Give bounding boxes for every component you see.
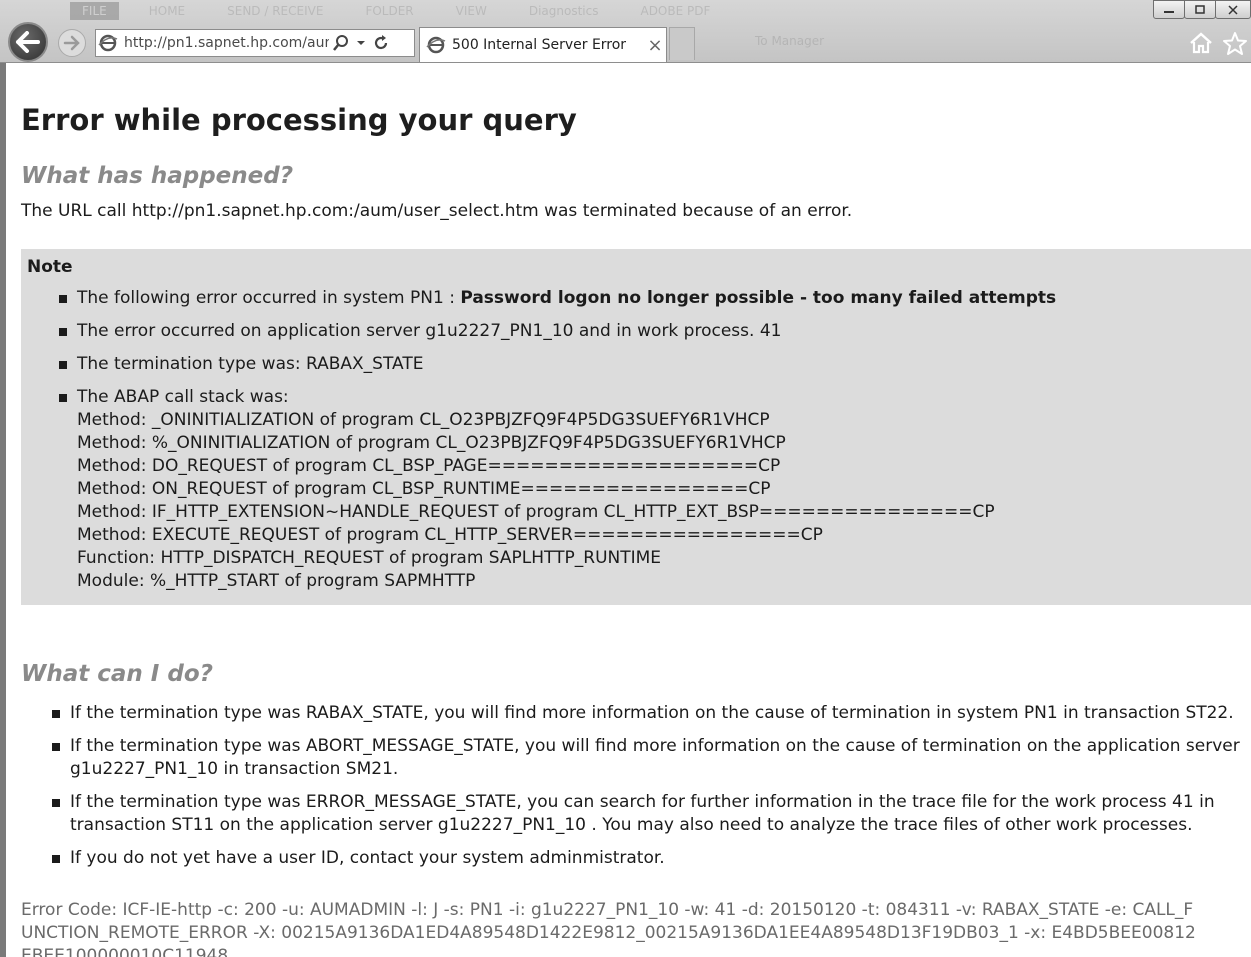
list-item: If the termination type was ERROR_MESSAG… [14,791,1245,837]
bullet-icon [52,799,60,807]
window-controls [1153,0,1251,19]
address-url[interactable]: http://pn1.sapnet.hp.com/aum( [124,35,329,51]
favorites-button[interactable] [1220,28,1250,58]
bullet-icon [59,328,67,336]
maximize-button[interactable] [1184,0,1216,19]
todo-text: If the termination type was ERROR_MESSAG… [70,792,1215,835]
search-icon[interactable] [329,31,353,55]
note-title: Note [27,257,73,277]
bullet-icon [52,710,60,718]
bullet-icon [59,394,67,402]
close-window-button[interactable] [1215,0,1251,19]
ribbon-item: FOLDER [365,4,414,18]
bullet-icon [59,361,67,369]
ribbon-item: FILE [70,2,119,20]
app-server-text: The error occurred on application server… [77,321,782,341]
bullet-icon [52,743,60,751]
bullet-icon [52,855,60,863]
ribbon-item: ADOBE PDF [640,4,711,18]
star-icon [1223,32,1247,55]
bullet-icon [59,295,67,303]
error-system-text: The following error occurred in system P… [77,288,461,308]
forward-arrow-icon [63,35,80,51]
call-stack-line: Method: IF_HTTP_EXTENSION~HANDLE_REQUEST… [77,502,995,522]
list-item: The following error occurred in system P… [21,287,1056,310]
minimize-button[interactable] [1153,0,1185,19]
background-text: To Manager [755,34,825,48]
home-button[interactable] [1186,28,1216,58]
what-can-i-do-heading: What can I do? [21,661,213,687]
call-stack-line: Method: EXECUTE_REQUEST of program CL_HT… [77,525,823,545]
new-tab-button[interactable] [669,27,695,60]
list-item: If you do not yet have a user ID, contac… [14,847,1245,870]
error-code: Error Code: ICF-IE-http -c: 200 -u: AUMA… [21,900,1196,957]
intro-text: The URL call http://pn1.sapnet.hp.com:/a… [21,201,853,221]
dropdown-arrow-icon[interactable] [353,31,369,55]
ribbon-item: HOME [148,4,186,18]
ribbon-item: SEND / RECEIVE [227,4,324,18]
ribbon-item: VIEW [455,4,487,18]
error-message: Password logon no longer possible - too … [460,288,1057,308]
minimize-icon [1164,10,1174,13]
page-viewport: Error while processing your query What h… [0,63,1251,957]
ie-page-icon [96,31,120,55]
call-stack-line: Method: _ONINITIALIZATION of program CL_… [77,410,770,430]
tab-500-internal-server-error[interactable]: 500 Internal Server Error × [419,27,667,62]
background-ribbon: FILE HOME SEND / RECEIVE FOLDER VIEW Dia… [60,0,790,22]
note-list: The following error occurred in system P… [21,287,1056,603]
list-item: The error occurred on application server… [21,320,1056,343]
call-stack-line: Method: ON_REQUEST of program CL_BSP_RUN… [77,479,771,499]
forward-button[interactable] [58,29,86,57]
list-item: If the termination type was ABORT_MESSAG… [14,735,1245,781]
refresh-icon[interactable] [369,31,393,55]
home-icon [1190,32,1212,54]
browser-chrome: FILE HOME SEND / RECEIVE FOLDER VIEW Dia… [0,0,1251,63]
restore-icon [1195,4,1205,14]
termination-type-text: The termination type was: RABAX_STATE [77,354,424,374]
call-stack-heading: The ABAP call stack was: [77,387,289,407]
note-box: Note The following error occurred in sys… [21,249,1251,605]
close-icon [1228,4,1238,15]
address-bar[interactable]: http://pn1.sapnet.hp.com/aum( [95,29,415,57]
todo-text: If the termination type was RABAX_STATE,… [70,703,1234,723]
todo-text: If you do not yet have a user ID, contac… [70,848,665,868]
ie-tab-icon [424,33,448,57]
list-item: If the termination type was RABAX_STATE,… [14,702,1245,725]
what-happened-heading: What has happened? [21,163,294,189]
call-stack-line: Module: %_HTTP_START of program SAPMHTTP [77,571,476,591]
todo-list: If the termination type was RABAX_STATE,… [14,702,1245,880]
back-button[interactable] [8,22,48,62]
tab-close-icon[interactable]: × [644,35,666,56]
list-item: The termination type was: RABAX_STATE [21,353,1056,376]
call-stack-line: Function: HTTP_DISPATCH_REQUEST of progr… [77,548,662,568]
todo-text: If the termination type was ABORT_MESSAG… [70,736,1240,779]
page-title: Error while processing your query [21,103,577,137]
back-arrow-icon [16,31,40,53]
call-stack-line: Method: %_ONINITIALIZATION of program CL… [77,433,786,453]
tab-title: 500 Internal Server Error [452,37,627,53]
list-item: The ABAP call stack was: Method: _ONINIT… [21,386,1056,593]
call-stack-line: Method: DO_REQUEST of program CL_BSP_PAG… [77,456,781,476]
ribbon-item: Diagnostics [528,4,599,18]
